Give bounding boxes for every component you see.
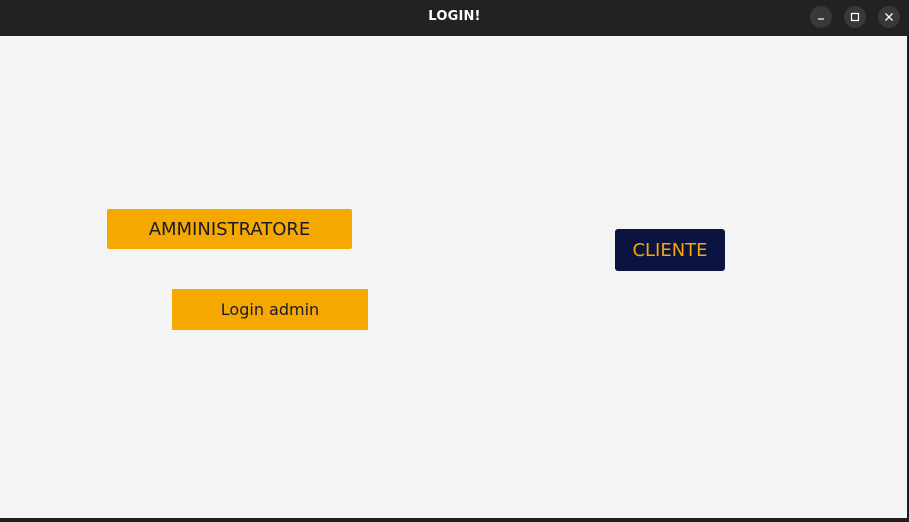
cliente-button[interactable]: CLIENTE [615,229,725,271]
maximize-button[interactable] [844,6,866,28]
minimize-icon [818,18,824,20]
title-bar[interactable]: LOGIN! [0,0,909,36]
desktop-background-strip [0,518,909,522]
login-panel: AMMINISTRATORE Login admin CLIENTE [0,36,907,520]
login-admin-button[interactable]: Login admin [172,289,368,330]
maximize-icon [850,12,860,22]
minimize-button[interactable] [810,6,832,28]
close-button[interactable] [878,6,900,28]
close-icon [885,13,893,21]
login-admin-button-label: Login admin [220,300,320,319]
app-window: LOGIN! AMMINISTRATORE Login admin CLIENT… [0,0,909,522]
administrator-button-label: AMMINISTRATORE [148,218,311,240]
window-title: LOGIN! [428,9,481,24]
cliente-button-label: CLIENTE [632,239,708,261]
administrator-button[interactable]: AMMINISTRATORE [107,209,352,249]
